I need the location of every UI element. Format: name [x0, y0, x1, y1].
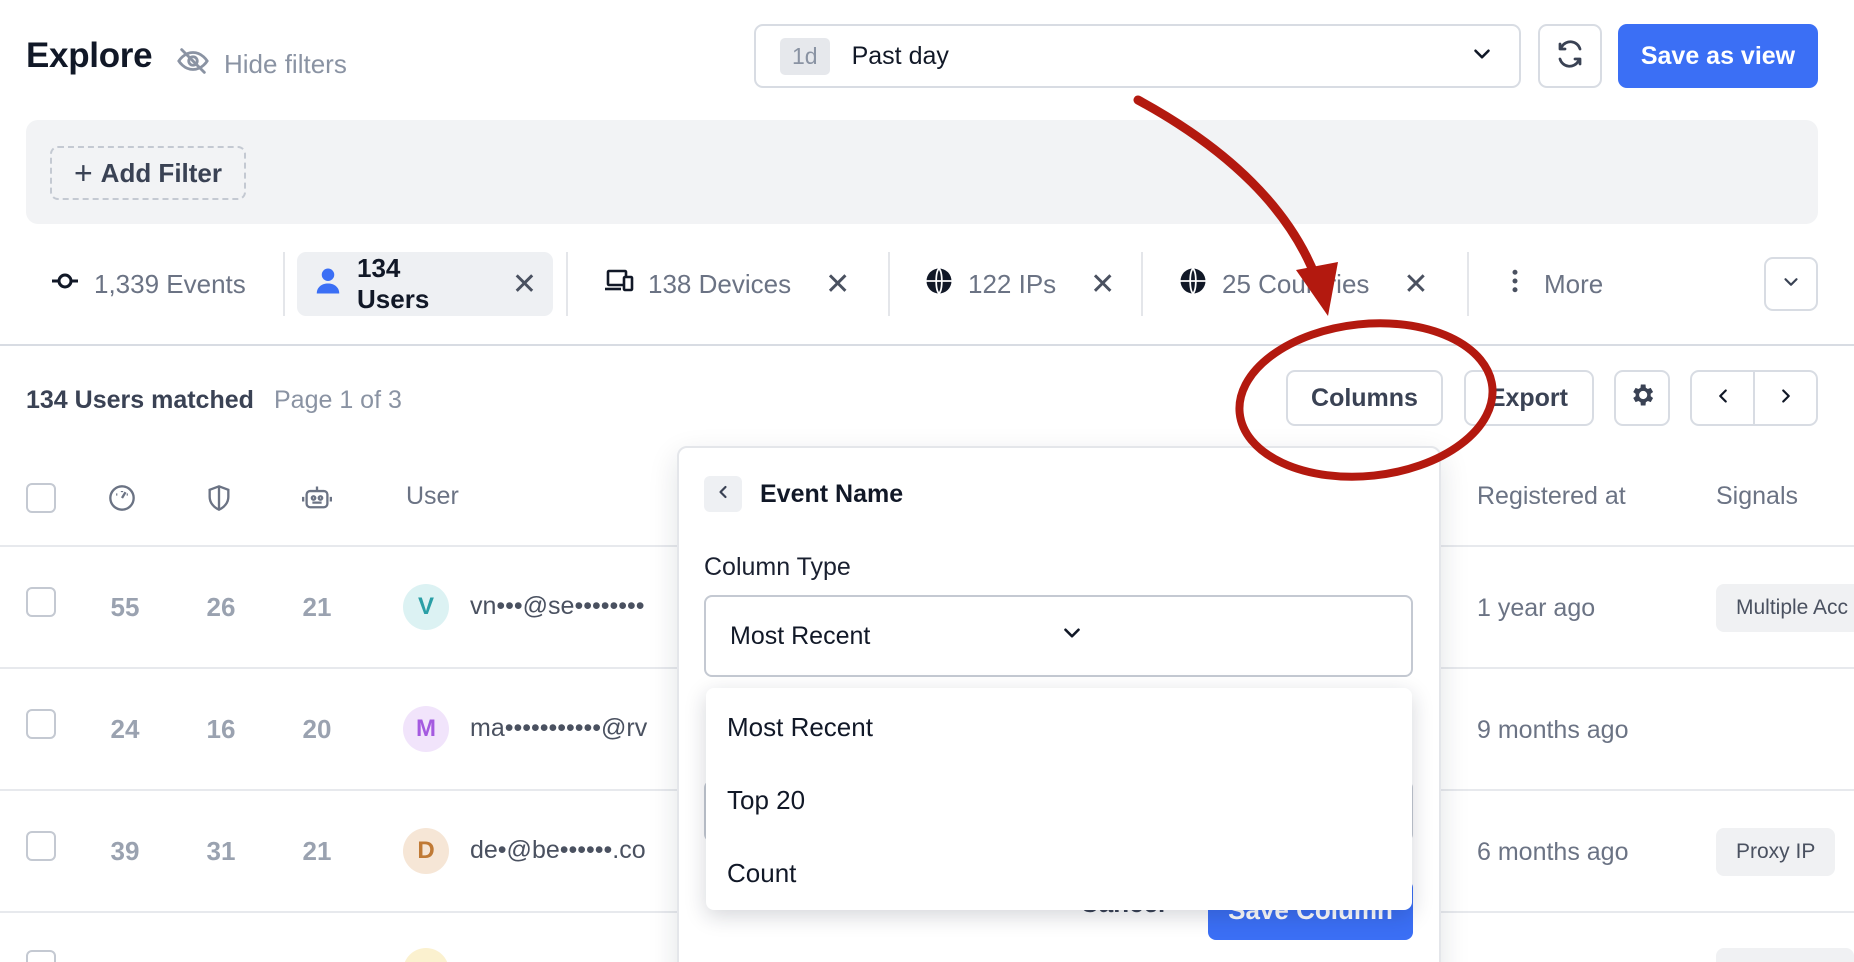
column-type-value: Most Recent	[730, 621, 871, 650]
prev-page-button[interactable]	[1692, 372, 1753, 424]
tab-divider	[566, 252, 568, 316]
add-filter-label: Add Filter	[100, 157, 223, 188]
select-all-checkbox[interactable]	[26, 483, 56, 513]
user-email[interactable]: de•@be••••••.co	[470, 836, 680, 865]
tab-divider	[283, 252, 285, 316]
tab-divider	[1467, 252, 1469, 316]
registered-at: 1 year ago	[1477, 594, 1596, 622]
time-range-select[interactable]: 1d Past day	[754, 24, 1521, 88]
registered-at: 9 months ago	[1477, 716, 1629, 744]
tab-more[interactable]: More	[1484, 252, 1619, 316]
row-checkbox[interactable]	[26, 709, 56, 739]
columns-button[interactable]: Columns	[1286, 370, 1443, 426]
option-top-20[interactable]: Top 20	[727, 785, 805, 816]
column-type-label: Column Type	[704, 553, 851, 581]
bot-score: 21	[302, 592, 332, 622]
signal-badge	[1716, 948, 1854, 962]
avatar: V	[403, 584, 449, 630]
signal-badge: Multiple Acc	[1716, 584, 1854, 632]
tabs-expand-button[interactable]	[1764, 257, 1818, 311]
pagination	[1690, 370, 1818, 426]
risk-score: 24	[110, 714, 140, 744]
results-count: 134 Users matched	[26, 386, 254, 414]
chevron-left-icon	[1712, 385, 1734, 412]
avatar: M	[403, 706, 449, 752]
add-filter-button[interactable]: + Add Filter	[50, 146, 246, 200]
back-button[interactable]	[704, 476, 742, 512]
risk-score: 39	[110, 836, 140, 866]
page-info: Page 1 of 3	[274, 386, 402, 414]
tab-countries[interactable]: 25 Countries ✕	[1162, 252, 1445, 316]
tab-label: More	[1544, 268, 1604, 299]
globe-icon	[924, 266, 954, 303]
chevron-down-icon	[1469, 41, 1495, 72]
row-checkbox[interactable]	[26, 831, 56, 861]
hide-filters-button[interactable]: Hide filters	[176, 44, 347, 85]
avatar: D	[403, 828, 449, 874]
user-icon	[313, 266, 343, 303]
registered-column-header[interactable]: Registered at	[1477, 482, 1626, 511]
tab-events[interactable]: 1,339 Events	[34, 252, 262, 316]
avatar	[403, 948, 449, 962]
user-email[interactable]: vn•••@se••••••••	[470, 592, 680, 621]
export-button[interactable]: Export	[1464, 370, 1594, 426]
trust-score: 26	[206, 592, 236, 622]
bot-score: 20	[302, 714, 332, 744]
plus-icon: +	[73, 155, 93, 191]
tab-divider	[888, 252, 890, 316]
save-as-view-button[interactable]: Save as view	[1618, 24, 1818, 88]
tab-label: 134 Users	[357, 253, 430, 314]
row-checkbox[interactable]	[26, 950, 56, 962]
globe-icon	[1178, 266, 1208, 303]
gear-icon	[1628, 381, 1656, 416]
tab-users[interactable]: 134 Users ✕	[297, 252, 553, 316]
risk-score: 55	[110, 592, 140, 622]
signal-badge: Proxy IP	[1716, 828, 1836, 876]
row-checkbox[interactable]	[26, 587, 56, 617]
column-type-select[interactable]: Most Recent	[704, 595, 1413, 677]
eye-off-icon	[176, 44, 210, 85]
tab-label: 138 Devices	[648, 268, 792, 299]
filter-bar	[26, 120, 1818, 224]
chevron-right-icon	[1775, 385, 1797, 412]
tab-label: 1,339 Events	[94, 268, 246, 299]
user-column-header[interactable]: User	[406, 482, 459, 511]
trust-score: 31	[206, 836, 236, 866]
close-icon[interactable]: ✕	[1403, 267, 1428, 302]
option-count[interactable]: Count	[727, 858, 796, 889]
refresh-button[interactable]	[1538, 24, 1602, 88]
bot-score: 21	[302, 836, 332, 866]
trust-score: 16	[206, 714, 236, 744]
time-range-label: Past day	[851, 41, 949, 70]
score-gauge-icon[interactable]	[108, 484, 136, 517]
events-icon	[50, 266, 80, 303]
shield-icon[interactable]	[205, 484, 233, 517]
divider	[0, 344, 1854, 346]
devices-icon	[604, 266, 634, 303]
tab-label: 25 Countries	[1222, 268, 1370, 299]
next-page-button[interactable]	[1753, 372, 1816, 424]
settings-button[interactable]	[1614, 370, 1670, 426]
refresh-icon	[1555, 39, 1585, 74]
tab-divider	[1141, 252, 1143, 316]
time-range-badge: 1d	[780, 37, 830, 75]
tab-devices[interactable]: 138 Devices ✕	[588, 252, 866, 316]
chevron-left-icon	[713, 482, 733, 507]
bot-icon[interactable]	[302, 484, 332, 517]
close-icon[interactable]: ✕	[512, 267, 537, 302]
registered-at: 6 months ago	[1477, 838, 1629, 866]
option-most-recent[interactable]: Most Recent	[727, 712, 873, 743]
close-icon[interactable]: ✕	[825, 267, 850, 302]
page-title: Explore	[26, 36, 153, 75]
chevron-down-icon	[1780, 271, 1802, 298]
user-email[interactable]: ma•••••••••••@rv	[470, 714, 680, 743]
panel-title: Event Name	[760, 480, 904, 508]
chevron-down-icon	[1059, 620, 1388, 653]
tab-label: 122 IPs	[968, 268, 1057, 299]
tab-ips[interactable]: 122 IPs ✕	[908, 252, 1131, 316]
more-vertical-icon	[1500, 266, 1530, 303]
hide-filters-label: Hide filters	[224, 49, 347, 79]
close-icon[interactable]: ✕	[1090, 267, 1115, 302]
signals-column-header[interactable]: Signals	[1716, 482, 1798, 511]
